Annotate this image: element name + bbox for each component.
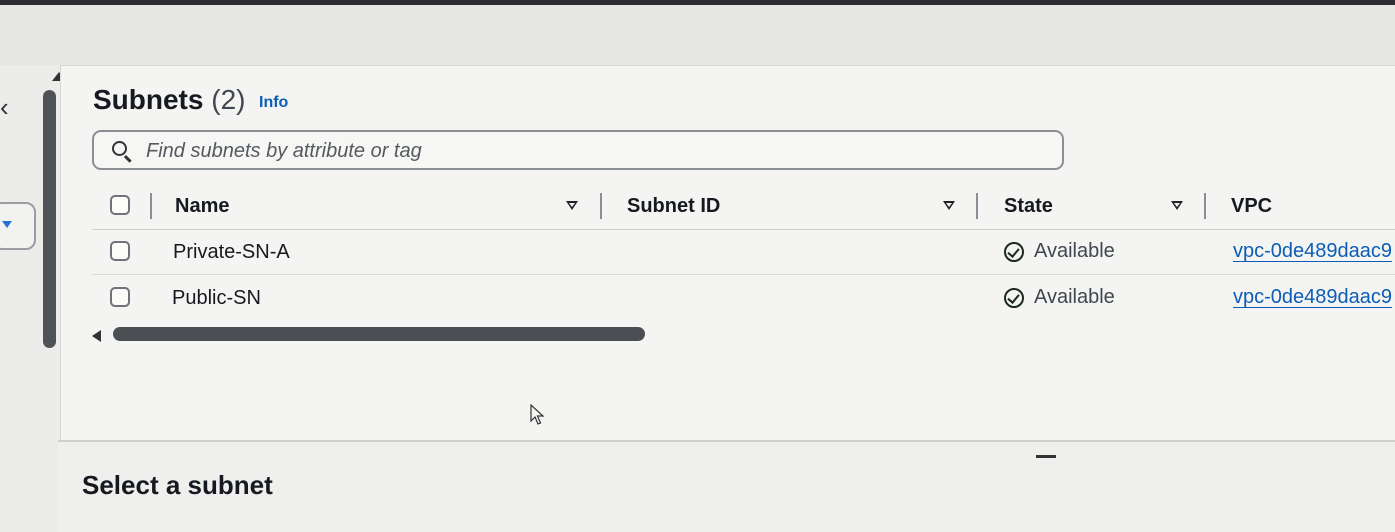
column-header-state[interactable]: State <box>1004 195 1053 218</box>
details-title: Select a subnet <box>82 470 273 500</box>
vertical-scrollbar[interactable] <box>43 90 56 348</box>
title-text: Subnets <box>93 84 204 115</box>
column-resizer[interactable] <box>600 193 602 219</box>
select-all-checkbox[interactable] <box>110 195 130 215</box>
header-divider <box>92 229 1395 230</box>
column-separator <box>150 193 152 219</box>
row-divider <box>92 274 1395 275</box>
row-checkbox[interactable] <box>110 287 130 307</box>
vpc-link[interactable]: vpc-0de489daac9 <box>1233 240 1395 263</box>
scroll-left-icon[interactable] <box>92 330 101 342</box>
search-box[interactable] <box>92 130 1064 170</box>
row-checkbox[interactable] <box>110 241 130 261</box>
info-link[interactable]: Info <box>259 94 288 112</box>
check-circle-icon <box>1004 242 1024 262</box>
sort-down-icon[interactable] <box>566 201 578 210</box>
mouse-pointer-icon <box>530 404 544 425</box>
sort-down-icon[interactable] <box>1171 201 1183 210</box>
column-resizer[interactable] <box>976 193 978 219</box>
column-resizer[interactable] <box>1204 193 1206 219</box>
cell-name: Private-SN-A <box>173 241 290 263</box>
vpc-link[interactable]: vpc-0de489daac9 <box>1233 286 1395 309</box>
column-header-vpc[interactable]: VPC <box>1231 195 1272 218</box>
resize-handle[interactable] <box>1036 455 1056 458</box>
cell-name: Public-SN <box>172 287 261 309</box>
cell-state: Available <box>1034 286 1115 308</box>
horizontal-scrollbar[interactable] <box>113 327 645 341</box>
subnet-count: (2) <box>211 84 246 115</box>
search-icon <box>112 141 127 156</box>
sort-down-icon[interactable] <box>943 201 955 210</box>
upper-band <box>0 5 1395 65</box>
cell-state: Available <box>1034 240 1115 262</box>
page-title: Subnets (2) <box>93 84 245 116</box>
search-input[interactable] <box>146 138 1026 164</box>
side-panel-toggle[interactable] <box>0 202 36 250</box>
caret-icon <box>2 221 12 228</box>
chevron-left-icon[interactable]: ‹ <box>0 92 20 122</box>
column-header-subnet-id[interactable]: Subnet ID <box>627 195 720 218</box>
column-header-name[interactable]: Name <box>175 195 229 218</box>
check-circle-icon <box>1004 288 1024 308</box>
